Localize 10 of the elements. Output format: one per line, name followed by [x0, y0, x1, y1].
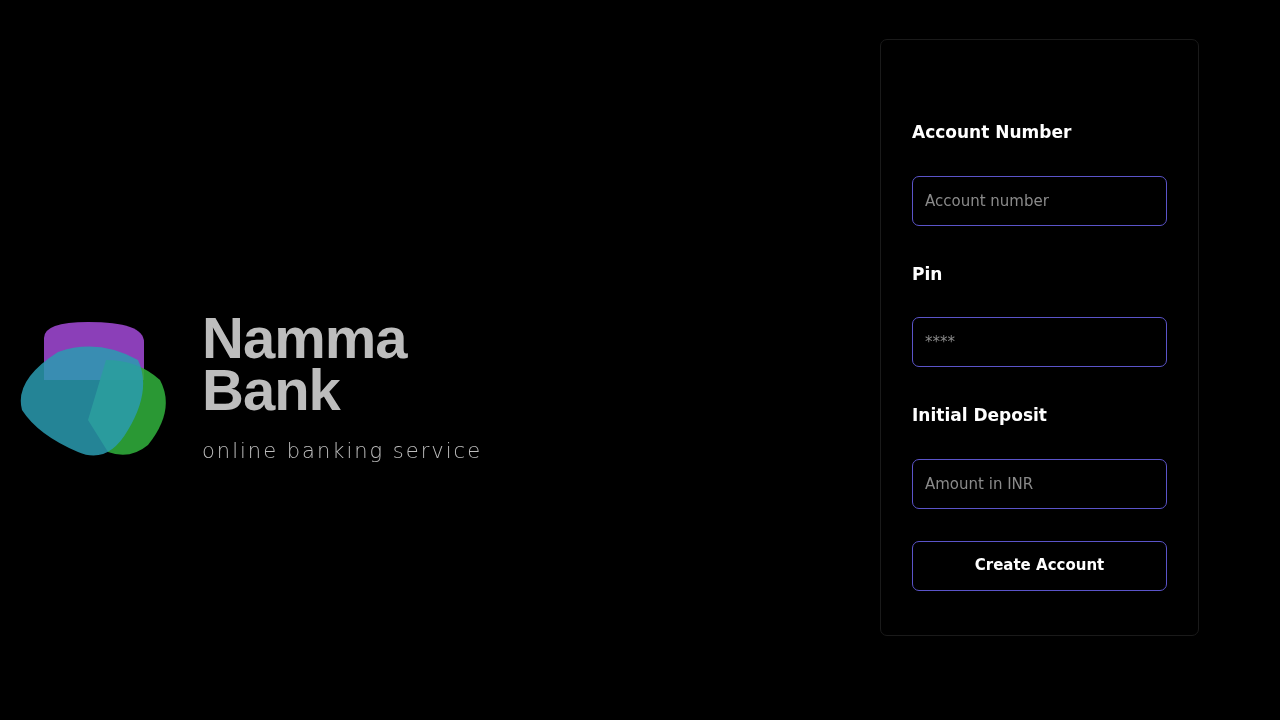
tagline: online banking service: [202, 438, 483, 466]
brand-name: Namma: [202, 312, 409, 365]
brand-name: Bank: [202, 364, 341, 417]
create-account-button[interactable]: Create Account: [912, 540, 1167, 591]
field-label: Account Number: [912, 121, 1072, 144]
field-label: Initial Deposit: [912, 404, 1047, 427]
input-field[interactable]: Amount in INR: [912, 458, 1167, 509]
field-label: Pin: [912, 262, 943, 286]
input-field[interactable]: Account number: [912, 175, 1167, 226]
input-field[interactable]: ****: [912, 317, 1167, 367]
